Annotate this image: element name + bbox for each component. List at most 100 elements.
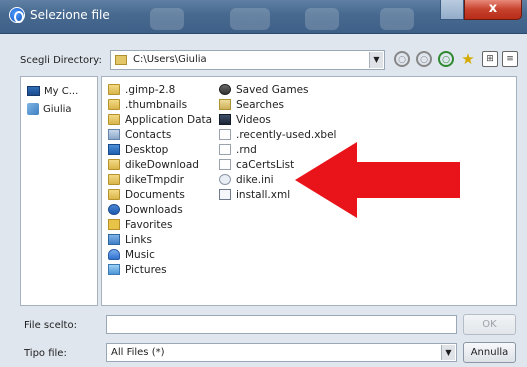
contacts-icon <box>108 129 120 140</box>
title-bar-glass <box>380 8 414 30</box>
file-item[interactable]: .gimp-2.8 <box>108 82 175 97</box>
file-name: Documents <box>125 188 185 201</box>
new-folder-icon[interactable]: ○ <box>438 51 454 67</box>
pictures-icon <box>108 264 120 275</box>
file-name: Searches <box>236 98 285 111</box>
list-view-icon[interactable]: ⊞ <box>482 51 498 67</box>
file-type-label: Tipo file: <box>24 348 67 359</box>
file-item[interactable]: Contacts <box>108 127 171 142</box>
chevron-down-icon[interactable]: ▼ <box>369 52 383 68</box>
file-item[interactable]: dike.ini <box>219 172 274 187</box>
directory-label: Scegli Directory: <box>20 55 102 66</box>
document-icon <box>219 144 231 155</box>
xml-file-icon <box>219 189 231 200</box>
document-icon <box>219 129 231 140</box>
file-item[interactable]: Pictures <box>108 262 167 277</box>
file-name: dikeDownload <box>125 158 199 171</box>
minimize-button[interactable] <box>440 0 464 20</box>
cancel-button[interactable]: Annulla <box>463 342 516 363</box>
favorites-icon <box>108 219 120 230</box>
places-item-giulia[interactable]: Giulia <box>27 101 72 117</box>
folder-icon <box>108 114 120 125</box>
file-type-select[interactable]: All Files (*) ▼ <box>106 343 457 362</box>
file-name: caCertsList <box>236 158 295 171</box>
file-item[interactable]: Documents <box>108 187 185 202</box>
file-item[interactable]: Desktop <box>108 142 168 157</box>
file-name: Desktop <box>125 143 169 156</box>
folder-icon <box>108 174 120 185</box>
folder-icon <box>108 99 120 110</box>
file-name: dikeTmpdir <box>125 173 184 186</box>
places-pane: My C... Giulia <box>20 76 98 306</box>
title-bar-glass <box>305 8 339 30</box>
desktop-icon <box>108 144 120 155</box>
file-item[interactable]: Application Data <box>108 112 212 127</box>
chevron-down-icon[interactable]: ▼ <box>441 345 455 360</box>
folder-icon <box>108 159 120 170</box>
file-item[interactable]: Music <box>108 247 155 262</box>
file-item[interactable]: Favorites <box>108 217 172 232</box>
file-item[interactable]: Videos <box>219 112 271 127</box>
file-name: Pictures <box>125 263 167 276</box>
up-icon[interactable]: ○ <box>416 51 432 67</box>
ok-button[interactable]: OK <box>463 314 516 335</box>
title-bar-glass <box>150 8 184 30</box>
file-item[interactable]: Links <box>108 232 152 247</box>
window-title: Selezione file <box>30 8 110 22</box>
title-bar-glass <box>230 8 270 30</box>
file-name: Application Data <box>125 113 213 126</box>
close-button[interactable]: x <box>464 0 522 20</box>
file-name: Contacts <box>125 128 172 141</box>
music-icon <box>108 249 120 260</box>
file-chosen-input[interactable] <box>106 315 457 334</box>
folder-icon <box>108 189 120 200</box>
videos-icon <box>219 114 231 125</box>
file-name: Music <box>125 248 155 261</box>
details-view-icon[interactable]: ≡ <box>502 51 518 67</box>
file-name: .gimp-2.8 <box>125 83 176 96</box>
title-bar: Selezione file x <box>0 0 527 34</box>
places-item-my-computer[interactable]: My C... <box>27 83 78 99</box>
arrow-shape <box>295 142 460 218</box>
file-name: Saved Games <box>236 83 309 96</box>
directory-path: C:\Users\Giulia <box>133 54 207 65</box>
file-name: .rnd <box>236 143 257 156</box>
file-name: install.xml <box>236 188 291 201</box>
file-item[interactable]: install.xml <box>219 187 290 202</box>
file-item[interactable]: Searches <box>219 97 284 112</box>
file-name: Favorites <box>125 218 173 231</box>
file-item[interactable]: dikeDownload <box>108 157 199 172</box>
file-type-value: All Files (*) <box>111 347 165 358</box>
ini-file-icon <box>219 174 231 185</box>
file-chosen-label: File scelto: <box>24 320 77 331</box>
places-item-label: Giulia <box>43 103 72 115</box>
file-name: Downloads <box>125 203 183 216</box>
file-name: Links <box>125 233 152 246</box>
saved-games-icon <box>219 84 231 95</box>
document-icon <box>219 159 231 170</box>
file-name: dike.ini <box>236 173 274 186</box>
user-folder-icon <box>27 103 39 115</box>
searches-icon <box>219 99 231 110</box>
downloads-icon <box>108 204 120 215</box>
file-name: Videos <box>236 113 271 126</box>
folder-icon <box>108 84 120 95</box>
home-icon[interactable]: ★ <box>460 51 476 67</box>
directory-combo[interactable]: C:\Users\Giulia ▼ <box>110 50 385 70</box>
file-item[interactable]: .rnd <box>219 142 257 157</box>
folder-icon <box>115 55 127 65</box>
app-icon <box>9 7 25 23</box>
file-item[interactable]: Downloads <box>108 202 183 217</box>
file-name: .thumbnails <box>125 98 188 111</box>
red-arrow-annotation <box>295 142 460 218</box>
computer-icon <box>27 86 40 96</box>
file-name: .recently-used.xbel <box>236 128 337 141</box>
file-item[interactable]: .thumbnails <box>108 97 187 112</box>
file-item[interactable]: Saved Games <box>219 82 309 97</box>
places-item-label: My C... <box>44 85 79 97</box>
close-icon: x <box>488 1 498 16</box>
file-item[interactable]: caCertsList <box>219 157 294 172</box>
links-icon <box>108 234 120 245</box>
file-item[interactable]: dikeTmpdir <box>108 172 184 187</box>
back-icon[interactable]: ○ <box>394 51 410 67</box>
